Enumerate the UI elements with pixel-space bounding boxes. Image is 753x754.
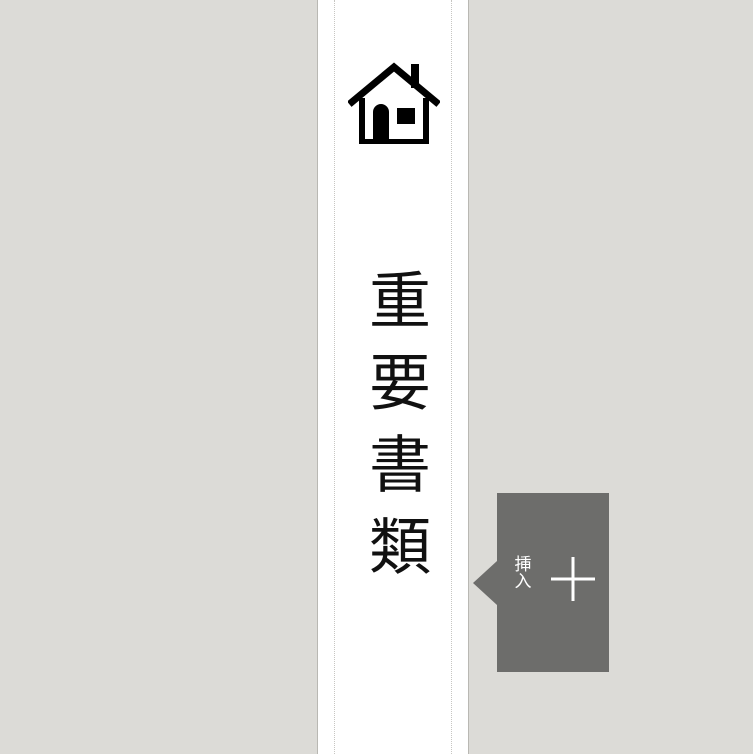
label-title-container: 重要書類 xyxy=(318,268,470,596)
label-title: 重要書類 xyxy=(358,268,431,596)
insert-label-container: 挿入 xyxy=(507,555,533,589)
plus-icon xyxy=(549,555,597,603)
design-canvas: 重要書類 挿入 xyxy=(0,0,753,754)
vertical-label-strip[interactable]: 重要書類 xyxy=(317,0,469,754)
insert-button[interactable]: 挿入 xyxy=(473,493,609,672)
insert-label: 挿入 xyxy=(510,555,531,589)
home-icon xyxy=(348,62,440,144)
